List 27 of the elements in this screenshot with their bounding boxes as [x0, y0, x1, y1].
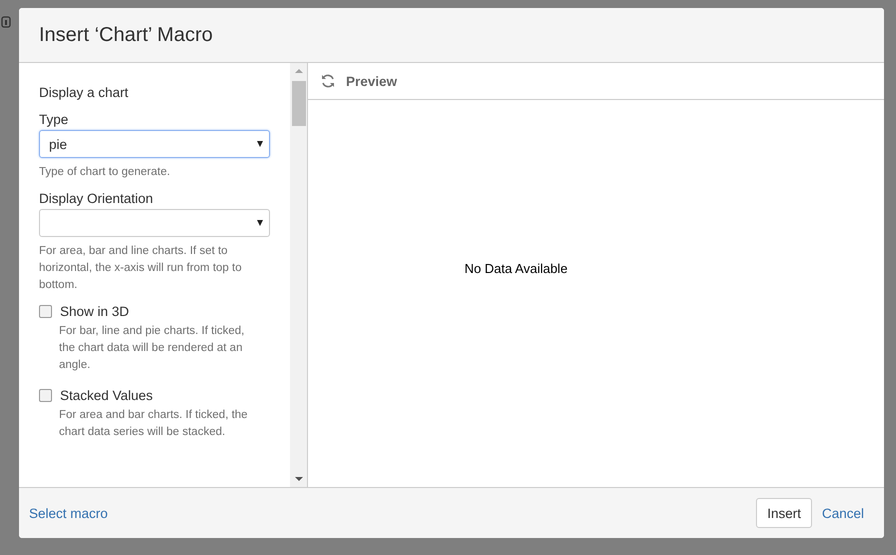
insert-button[interactable]: Insert [756, 498, 812, 528]
checkbox[interactable] [39, 389, 52, 402]
help-text: For area, bar and line charts. If set to horizontal, the x-axis will run from top to bottom. [39, 244, 243, 293]
dialog-title: Insert ‘Chart’ Macro [39, 24, 213, 46]
caret-icon [257, 220, 263, 226]
help-text: Type of chart to generate. [39, 165, 172, 180]
select-field[interactable]: pie [39, 130, 270, 158]
field-label: Display Orientation [39, 191, 154, 206]
form-heading: Display a chart [39, 85, 130, 100]
no-data-message: No Data Available [464, 261, 568, 276]
caret-icon [257, 141, 263, 147]
checkbox-label: Show in 3D [60, 304, 130, 319]
scroll-up-icon[interactable] [294, 69, 302, 73]
scrollbar[interactable] [290, 63, 307, 487]
refresh-icon[interactable] [320, 73, 336, 89]
help-text: For bar, line and pie charts. If ticked, the chart data will be rendered at an angle. [59, 324, 246, 373]
help-text: For area and bar charts. If ticked, the chart data series will be stacked. [59, 408, 249, 440]
checkbox-label: Stacked Values [60, 388, 153, 403]
scroll-thumb[interactable] [292, 81, 306, 126]
lock-icon [1, 16, 11, 28]
cancel-link[interactable]: Cancel [822, 506, 864, 520]
field-label: Type [39, 112, 70, 127]
scroll-down-icon[interactable] [294, 477, 302, 481]
checkbox[interactable] [39, 305, 52, 318]
select-field[interactable] [39, 209, 270, 237]
select-macro-link[interactable]: Select macro [29, 506, 108, 520]
preview-title: Preview [346, 74, 398, 88]
